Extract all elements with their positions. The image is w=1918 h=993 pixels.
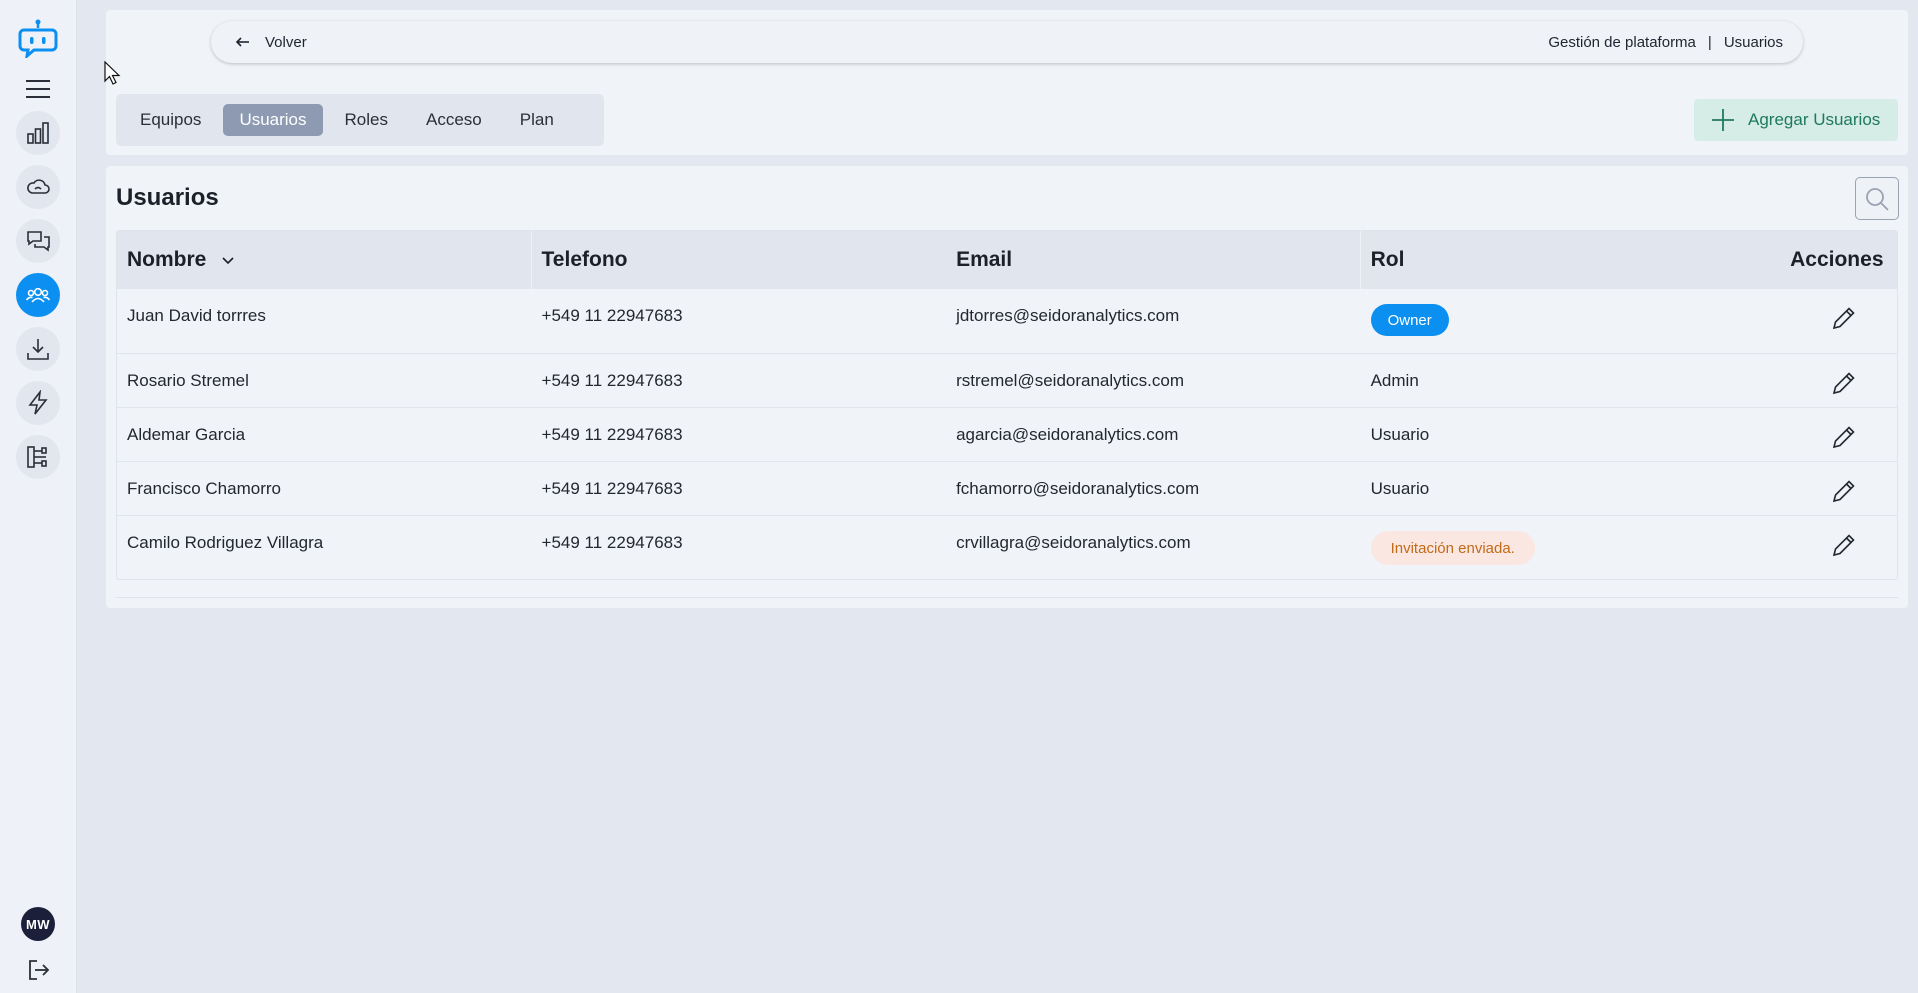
cell-name: Francisco Chamorro [127,479,281,498]
cell-phone: +549 11 22947683 [541,479,683,498]
sidebar-item-analytics[interactable] [16,111,60,155]
tab-usuarios[interactable]: Usuarios [223,104,323,136]
logout-icon[interactable] [25,957,51,983]
cell-phone: +549 11 22947683 [541,533,683,552]
users-table: Nombre Telefono Email Rol Acciones Juan … [116,230,1898,580]
column-header-acciones: Acciones [1790,248,1884,271]
table-row: Francisco Chamorro +549 11 22947683 fcha… [117,461,1897,515]
sidebar-item-automations[interactable] [16,381,60,425]
cell-actions [1780,408,1897,461]
sidebar-item-flows[interactable] [16,435,60,479]
chat-icon [27,231,50,252]
cell-role: Usuario [1370,425,1430,444]
back-label: Volver [265,33,307,51]
cell-role: Owner [1361,289,1781,353]
divider [116,597,1898,598]
search-button[interactable] [1855,177,1899,220]
tab-acceso[interactable]: Acceso [410,104,498,136]
plus-icon [1712,109,1734,131]
invitation-sent-badge: Invitación enviada. [1370,531,1535,565]
column-header-rol: Rol [1370,248,1405,271]
breadcrumb-separator: | [1707,33,1712,51]
cell-actions [1780,516,1897,579]
tab-bar: Equipos Usuarios Roles Acceso Plan [116,94,604,146]
sidebar-item-users[interactable] [16,273,60,317]
edit-pencil-icon[interactable] [1830,423,1858,451]
users-panel: Usuarios Nombre Telefono Email Rol Accio… [106,166,1908,608]
cell-phone: +549 11 22947683 [541,306,683,325]
cell-phone: +549 11 22947683 [541,371,683,390]
page-title: Usuarios [116,184,219,211]
sidebar-item-downloads[interactable] [16,327,60,371]
cell-email: crvillagra@seidoranalytics.com [956,533,1191,552]
sidebar: MW [0,0,77,993]
cell-actions [1780,354,1897,407]
column-header-email: Email [946,231,1361,289]
cell-name: Rosario Stremel [127,371,249,390]
hamburger-menu-icon[interactable] [25,76,51,102]
table-row: Rosario Stremel +549 11 22947683 rstreme… [117,353,1897,407]
table-row: Aldemar Garcia +549 11 22947683 agarcia@… [117,407,1897,461]
tab-plan[interactable]: Plan [504,104,570,136]
cell-actions [1780,462,1897,515]
breadcrumb: Volver Gestión de plataforma | Usuarios [211,21,1803,63]
flow-icon [27,446,47,468]
cell-email: agarcia@seidoranalytics.com [956,425,1179,444]
edit-pencil-icon[interactable] [1830,304,1858,332]
download-icon [27,339,49,360]
cell-role: Usuario [1370,479,1430,498]
sidebar-item-cloud[interactable] [16,165,60,209]
edit-pencil-icon[interactable] [1830,369,1858,397]
cloud-icon [27,179,50,194]
cell-email: fchamorro@seidoranalytics.com [956,479,1200,498]
edit-pencil-icon[interactable] [1830,477,1858,505]
cell-email: rstremel@seidoranalytics.com [956,371,1184,390]
sidebar-item-conversations[interactable] [16,219,60,263]
add-users-label: Agregar Usuarios [1748,110,1881,129]
edit-pencil-icon[interactable] [1830,531,1858,559]
cell-name: Camilo Rodriguez Villagra [127,533,324,552]
breadcrumb-current: Usuarios [1723,33,1783,51]
chatbot-logo-icon [18,19,58,58]
lightning-icon [28,390,48,415]
table-header: Nombre Telefono Email Rol Acciones [117,231,1897,289]
search-icon [1866,187,1889,211]
back-button[interactable]: Volver [235,34,307,51]
tab-equipos[interactable]: Equipos [124,104,217,136]
bar-chart-icon [27,122,49,144]
table-row: Camilo Rodriguez Villagra +549 11 229476… [117,515,1897,579]
cell-actions [1780,289,1897,353]
users-icon [25,287,51,303]
table-row: Juan David torrres +549 11 22947683 jdto… [117,289,1897,353]
column-header-telefono: Telefono [541,248,628,271]
add-users-button[interactable]: Agregar Usuarios [1694,99,1898,141]
breadcrumb-section[interactable]: Gestión de plataforma [1548,34,1696,51]
cell-name: Aldemar Garcia [127,425,246,444]
avatar[interactable]: MW [21,907,55,941]
arrow-left-icon [235,37,249,47]
column-header-nombre[interactable]: Nombre [117,231,532,289]
cell-phone: +549 11 22947683 [541,425,683,444]
mouse-cursor-icon [104,61,121,85]
tab-roles[interactable]: Roles [329,104,404,136]
cell-role: Invitación enviada. [1361,516,1781,579]
cell-email: jdtorres@seidoranalytics.com [956,306,1180,325]
role-badge-owner: Owner [1370,304,1449,336]
top-panel: Volver Gestión de plataforma | Usuarios … [106,10,1908,155]
cell-name: Juan David torrres [127,306,266,325]
cell-role: Admin [1370,371,1419,390]
chevron-down-icon[interactable] [220,252,236,268]
